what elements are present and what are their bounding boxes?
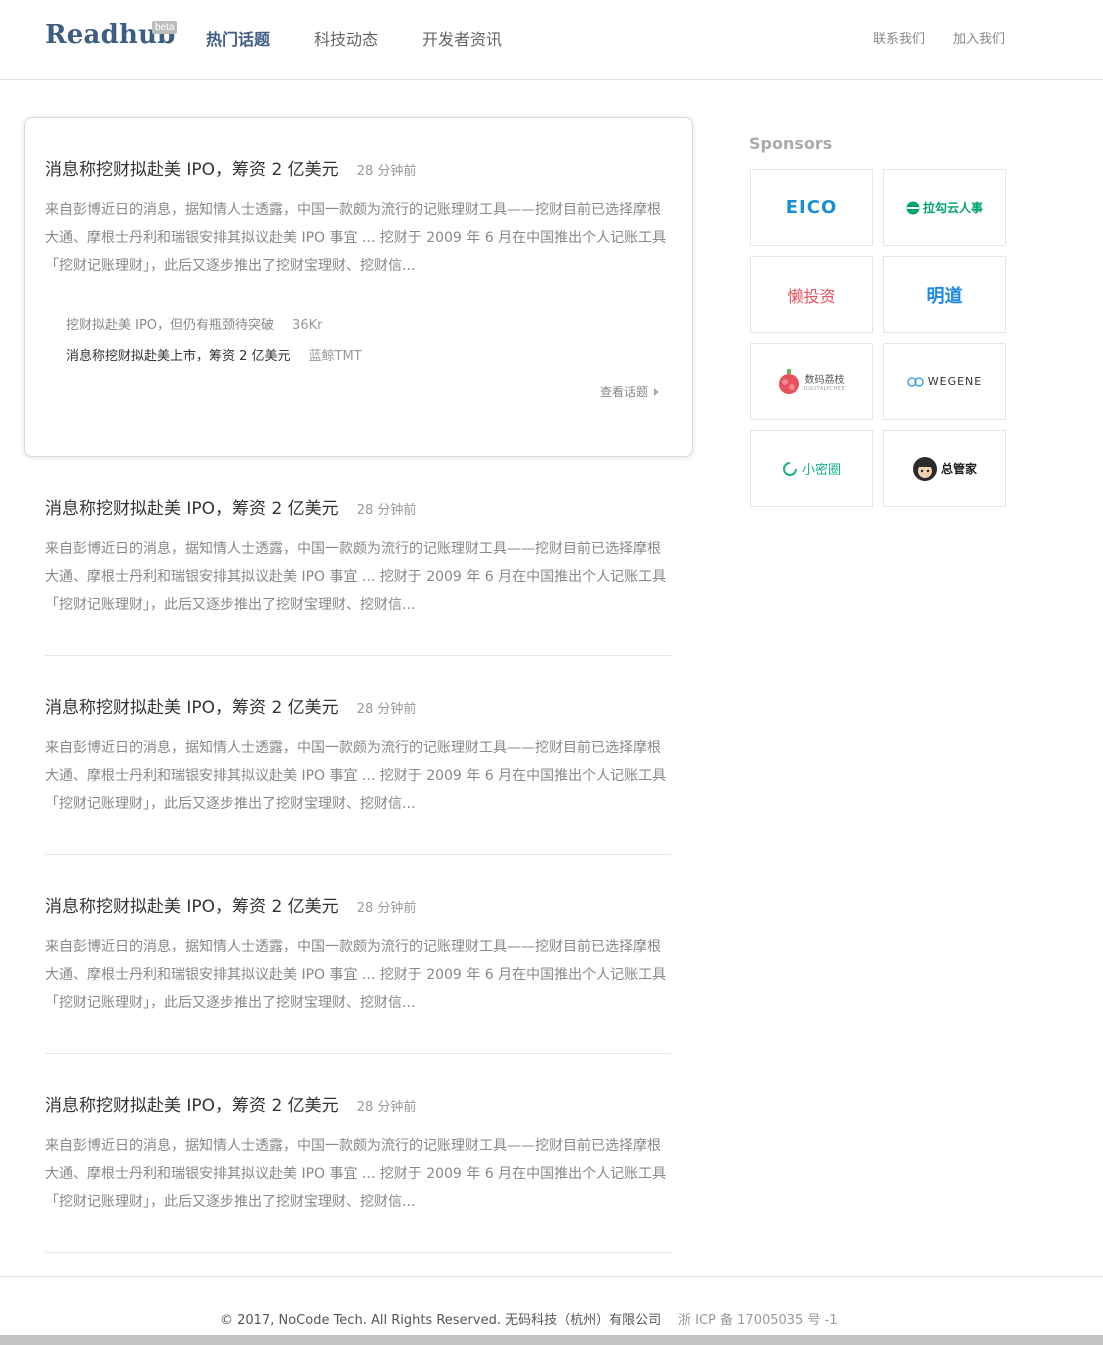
wegene-logo-icon <box>907 376 924 387</box>
topic-summary: 来自彭博近日的消息，据知情人士透露，中国一款颇为流行的记账理财工具——挖财目前已… <box>45 202 667 274</box>
main-nav: 热门话题 科技动态 开发者资讯 <box>206 29 546 51</box>
divider <box>45 1053 671 1054</box>
sponsor-lagou[interactable]: 拉勾云人事 <box>883 169 1006 246</box>
topic-time: 28 分钟前 <box>356 1100 417 1115</box>
contact-us-link[interactable]: 联系我们 <box>873 31 925 49</box>
topic-time: 28 分钟前 <box>356 503 417 518</box>
sponsor-xiaomiquan-logo: 小密圈 <box>801 463 841 478</box>
zongguanjia-avatar-icon <box>912 456 937 481</box>
news-source: 蓝鲸TMT <box>308 349 362 364</box>
news-title[interactable]: 挖财拟赴美 IPO，但仍有瓶颈待突破 <box>66 316 274 336</box>
sponsor-lantouzi[interactable]: 懒投资 <box>750 256 873 333</box>
join-us-link[interactable]: 加入我们 <box>953 31 1005 49</box>
nav-hot-topics[interactable]: 热门话题 <box>206 29 270 51</box>
view-topic-label: 查看话题 <box>600 385 649 399</box>
nav-developer-news[interactable]: 开发者资讯 <box>422 29 502 51</box>
sponsor-zongguanjia-logo: 总管家 <box>940 462 977 476</box>
header-links: 联系我们 加入我们 <box>845 31 1005 49</box>
topic-time: 28 分钟前 <box>356 164 417 179</box>
topic-item: 消息称挖财拟赴美 IPO，筹资 2 亿美元 28 分钟前 来自彭博近日的消息，据… <box>45 497 671 619</box>
topic-title[interactable]: 消息称挖财拟赴美 IPO，筹资 2 亿美元 <box>45 158 339 182</box>
footer-icp-link[interactable]: 浙 ICP 备 17005035 号 -1 <box>678 1309 838 1328</box>
site-header: Readhub beta 热门话题 科技动态 开发者资讯 联系我们 加入我们 <box>0 0 1103 80</box>
topic-item: 消息称挖财拟赴美 IPO，筹资 2 亿美元 28 分钟前 来自彭博近日的消息，据… <box>45 158 671 280</box>
sponsor-mingdao[interactable]: 明道 <box>883 256 1006 333</box>
sponsor-xiaomiquan[interactable]: 小密圈 <box>750 430 873 507</box>
sponsor-digitalychee-logo: 数码荔枝 <box>804 375 845 386</box>
topic-title[interactable]: 消息称挖财拟赴美 IPO，筹资 2 亿美元 <box>45 1094 339 1118</box>
sponsor-lantouzi-logo: 懒投资 <box>787 286 836 306</box>
sponsor-digitalychee-sub: DIGITALYCHEE <box>803 386 846 392</box>
topic-item: 消息称挖财拟赴美 IPO，筹资 2 亿美元 28 分钟前 来自彭博近日的消息，据… <box>45 895 671 1017</box>
sponsor-digitalychee[interactable]: 数码荔枝 DIGITALYCHEE <box>750 343 873 420</box>
topic-time: 28 分钟前 <box>356 901 417 916</box>
view-topic-link[interactable]: 查看话题 <box>600 383 660 400</box>
news-title[interactable]: 消息称挖财拟赴美上市，筹资 2 亿美元 <box>66 347 291 367</box>
news-source: 36Kr <box>292 318 323 333</box>
topic-title[interactable]: 消息称挖财拟赴美 IPO，筹资 2 亿美元 <box>45 895 339 919</box>
sponsors-heading: Sponsors <box>749 134 833 153</box>
topic-summary: 来自彭博近日的消息，据知情人士透露，中国一款颇为流行的记账理财工具——挖财目前已… <box>45 740 667 812</box>
topic-item: 消息称挖财拟赴美 IPO，筹资 2 亿美元 28 分钟前 来自彭博近日的消息，据… <box>45 1094 671 1216</box>
lychee-logo-icon <box>778 368 799 394</box>
sponsor-eico-logo: EICO <box>785 197 838 218</box>
topic-title[interactable]: 消息称挖财拟赴美 IPO，筹资 2 亿美元 <box>45 696 339 720</box>
horizontal-scrollbar[interactable] <box>0 1335 1103 1345</box>
site-footer: © 2017, NoCode Tech. All Rights Reserved… <box>0 1276 1103 1336</box>
sponsor-wegene[interactable]: WEGENE <box>883 343 1006 420</box>
sponsor-wegene-logo: WEGENE <box>927 375 983 388</box>
topic-summary: 来自彭博近日的消息，据知情人士透露，中国一款颇为流行的记账理财工具——挖财目前已… <box>45 1138 667 1210</box>
topic-time: 28 分钟前 <box>356 702 417 717</box>
sponsor-mingdao-logo: 明道 <box>926 285 963 307</box>
sponsor-eico[interactable]: EICO <box>750 169 873 246</box>
topic-summary: 来自彭博近日的消息，据知情人士透露，中国一款颇为流行的记账理财工具——挖财目前已… <box>45 541 667 613</box>
footer-copyright: © 2017, NoCode Tech. All Rights Reserved… <box>220 1313 662 1328</box>
topic-item: 消息称挖财拟赴美 IPO，筹资 2 亿美元 28 分钟前 来自彭博近日的消息，据… <box>45 696 671 818</box>
divider <box>45 1252 671 1253</box>
divider <box>45 854 671 855</box>
sponsor-zongguanjia[interactable]: 总管家 <box>883 430 1006 507</box>
nav-tech-news[interactable]: 科技动态 <box>314 29 378 51</box>
topic-title[interactable]: 消息称挖财拟赴美 IPO，筹资 2 亿美元 <box>45 497 339 521</box>
lagou-logo-icon <box>906 201 920 214</box>
xiaomiquan-logo-icon <box>783 461 797 476</box>
sponsor-lagou-logo: 拉勾云人事 <box>922 201 983 215</box>
beta-badge: beta <box>152 21 178 34</box>
news-item: 挖财拟赴美 IPO，但仍有瓶颈待突破 36Kr <box>66 316 362 336</box>
divider <box>45 655 671 656</box>
topic-summary: 来自彭博近日的消息，据知情人士透露，中国一款颇为流行的记账理财工具——挖财目前已… <box>45 939 667 1011</box>
triangle-right-icon <box>654 387 660 396</box>
related-news-list: 挖财拟赴美 IPO，但仍有瓶颈待突破 36Kr 消息称挖财拟赴美上市，筹资 2 … <box>66 316 362 378</box>
news-item: 消息称挖财拟赴美上市，筹资 2 亿美元 蓝鲸TMT <box>66 347 362 367</box>
